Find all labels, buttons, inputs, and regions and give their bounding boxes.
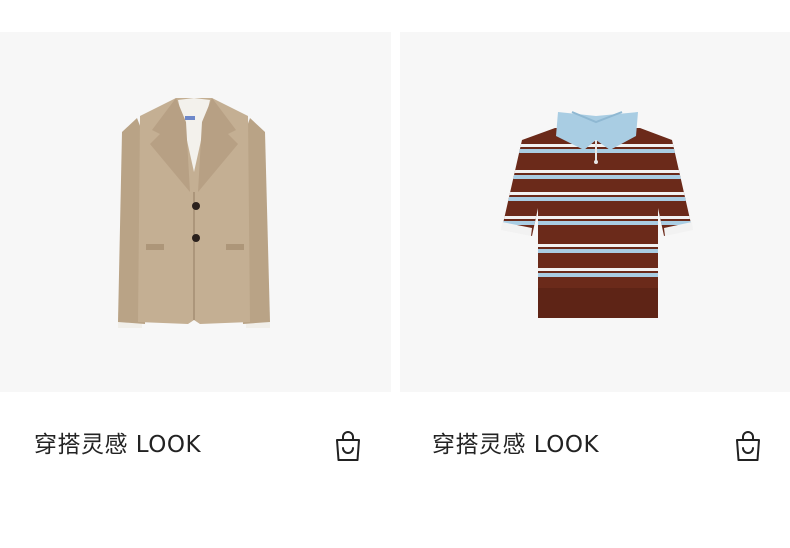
product-card-polo[interactable]: 穿搭灵感 LOOK <box>400 32 790 492</box>
product-image-blazer[interactable] <box>0 32 391 392</box>
shopping-bag-icon <box>736 431 760 461</box>
product-image-polo[interactable] <box>400 32 790 392</box>
product-caption[interactable]: 穿搭灵感 LOOK <box>432 430 599 460</box>
product-grid: 穿搭灵感 LOOK 穿搭灵感 LOOK <box>0 0 790 548</box>
add-to-bag-button[interactable] <box>333 430 363 462</box>
shopping-bag-icon <box>336 431 360 461</box>
beige-blazer-image <box>118 98 270 328</box>
product-caption[interactable]: 穿搭灵感 LOOK <box>34 430 201 460</box>
striped-polo-image <box>501 111 693 318</box>
add-to-bag-button[interactable] <box>733 430 763 462</box>
product-card-blazer[interactable]: 穿搭灵感 LOOK <box>0 32 391 492</box>
